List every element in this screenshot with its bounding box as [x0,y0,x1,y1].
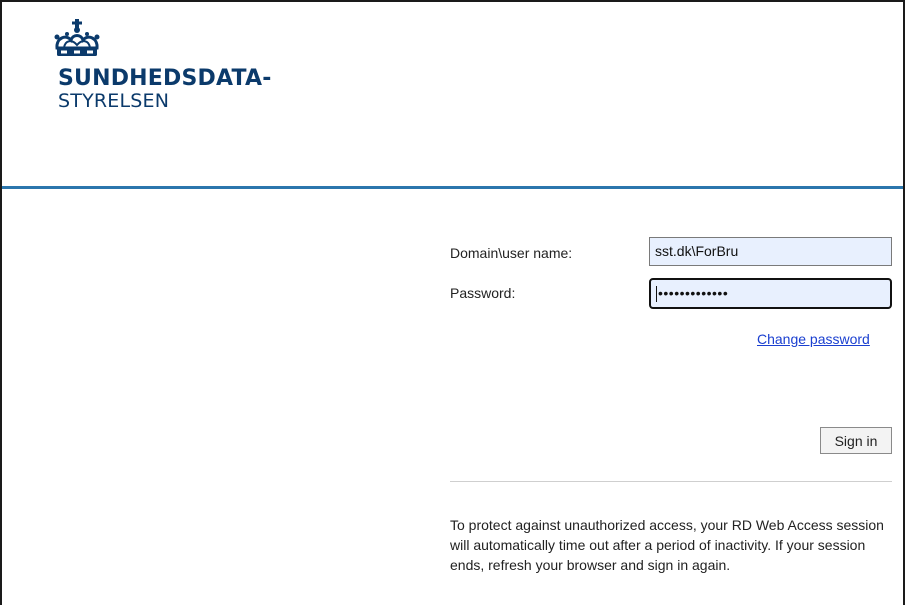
password-mask: ••••••••••••• [658,285,729,301]
password-field[interactable]: ••••••••••••• [649,278,892,309]
session-timeout-notice: To protect against unauthorized access, … [450,517,884,573]
username-label: Domain\user name: [450,245,573,261]
username-field[interactable]: sst.dk\ForBru [649,237,892,266]
password-label: Password: [450,285,516,301]
sign-in-button[interactable]: Sign in [820,427,892,454]
brand-line-2: STYRELSEN [58,90,170,112]
brand-line-1: SUNDHEDSDATA- [58,66,272,91]
username-value: sst.dk\ForBru [655,243,739,259]
content-divider [450,481,892,482]
text-caret [656,286,657,303]
login-page: SUNDHEDSDATA- STYRELSEN Domain\user name… [0,0,905,605]
crown-icon [54,19,100,56]
change-password-link[interactable]: Change password [757,331,870,347]
header-divider [2,186,903,189]
header: SUNDHEDSDATA- STYRELSEN [2,2,903,186]
brand-logo-text: SUNDHEDSDATA- STYRELSEN [58,68,272,111]
